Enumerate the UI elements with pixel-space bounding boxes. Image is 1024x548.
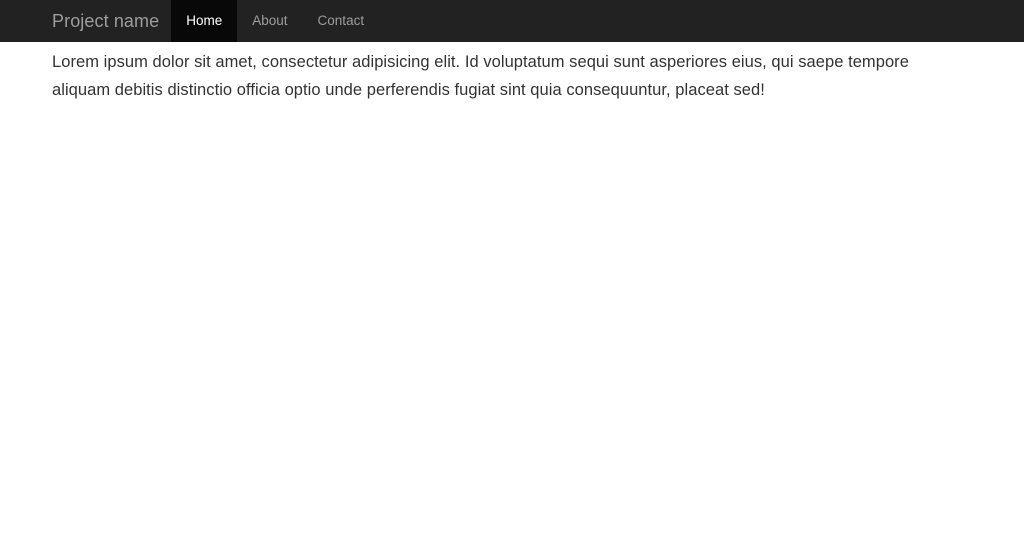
lead-paragraph: Lorem ipsum dolor sit amet, consectetur … [52, 53, 909, 99]
nav-link-contact[interactable]: Contact [303, 0, 380, 42]
navbar-brand[interactable]: Project name [40, 0, 171, 42]
nav-item-home[interactable]: Home [171, 0, 238, 42]
nav-link-home[interactable]: Home [171, 0, 238, 42]
content-wrapper: Lorem ipsum dolor sit amet, consectetur … [40, 42, 957, 104]
nav-item-contact[interactable]: Contact [303, 0, 380, 42]
nav-item-about[interactable]: About [237, 0, 302, 42]
main-content: Lorem ipsum dolor sit amet, consectetur … [0, 42, 1024, 104]
nav-link-about[interactable]: About [237, 0, 302, 42]
navbar-inner: Project name Home About Contact [0, 0, 379, 42]
top-navbar: Project name Home About Contact [0, 0, 1024, 42]
navbar-nav-list: Home About Contact [171, 0, 379, 42]
